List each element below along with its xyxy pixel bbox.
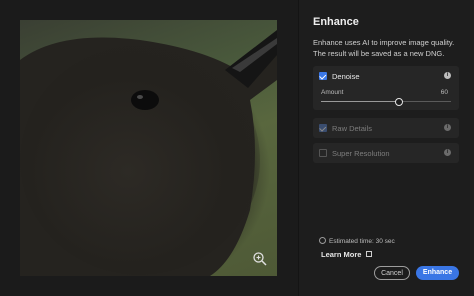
denoise-info-icon[interactable]: i bbox=[444, 72, 451, 79]
denoise-option: Denoise i Amount 60 bbox=[313, 66, 459, 110]
learn-more-label: Learn More bbox=[321, 250, 362, 259]
amount-value: 60 bbox=[440, 89, 448, 96]
raw-details-checkbox[interactable] bbox=[319, 124, 327, 132]
raw-details-info-icon[interactable]: i bbox=[444, 124, 451, 131]
super-resolution-label: Super Resolution bbox=[332, 149, 390, 158]
raw-details-option: Raw Details i bbox=[313, 118, 459, 138]
amount-slider-handle[interactable] bbox=[395, 98, 403, 106]
amount-slider-fill bbox=[321, 101, 399, 102]
zoom-in-icon[interactable] bbox=[252, 251, 268, 267]
estimated-time-text: Estimated time: 30 sec bbox=[329, 238, 395, 245]
cancel-button[interactable]: Cancel bbox=[374, 266, 410, 280]
super-resolution-info-icon[interactable]: i bbox=[444, 149, 451, 156]
learn-more-link[interactable]: Learn More bbox=[321, 250, 373, 259]
amount-label: Amount bbox=[321, 89, 344, 96]
super-resolution-option: Super Resolution i bbox=[313, 143, 459, 163]
amount-slider[interactable] bbox=[321, 98, 451, 106]
denoise-label: Denoise bbox=[332, 72, 360, 81]
clock-icon bbox=[319, 237, 326, 244]
denoise-checkbox[interactable] bbox=[319, 72, 327, 80]
panel-title: Enhance bbox=[313, 16, 359, 28]
enhance-button[interactable]: Enhance bbox=[416, 266, 459, 280]
enhance-panel: Enhance Enhance uses AI to improve image… bbox=[298, 0, 474, 296]
external-link-icon bbox=[366, 251, 373, 257]
panel-description: Enhance uses AI to improve image quality… bbox=[313, 38, 455, 58]
estimated-time: Estimated time: 30 sec bbox=[319, 237, 395, 245]
bird-illustration bbox=[20, 30, 277, 276]
bird-photo bbox=[20, 20, 277, 276]
preview-area bbox=[0, 0, 298, 296]
super-resolution-checkbox[interactable] bbox=[319, 149, 327, 157]
raw-details-label: Raw Details bbox=[332, 124, 373, 133]
